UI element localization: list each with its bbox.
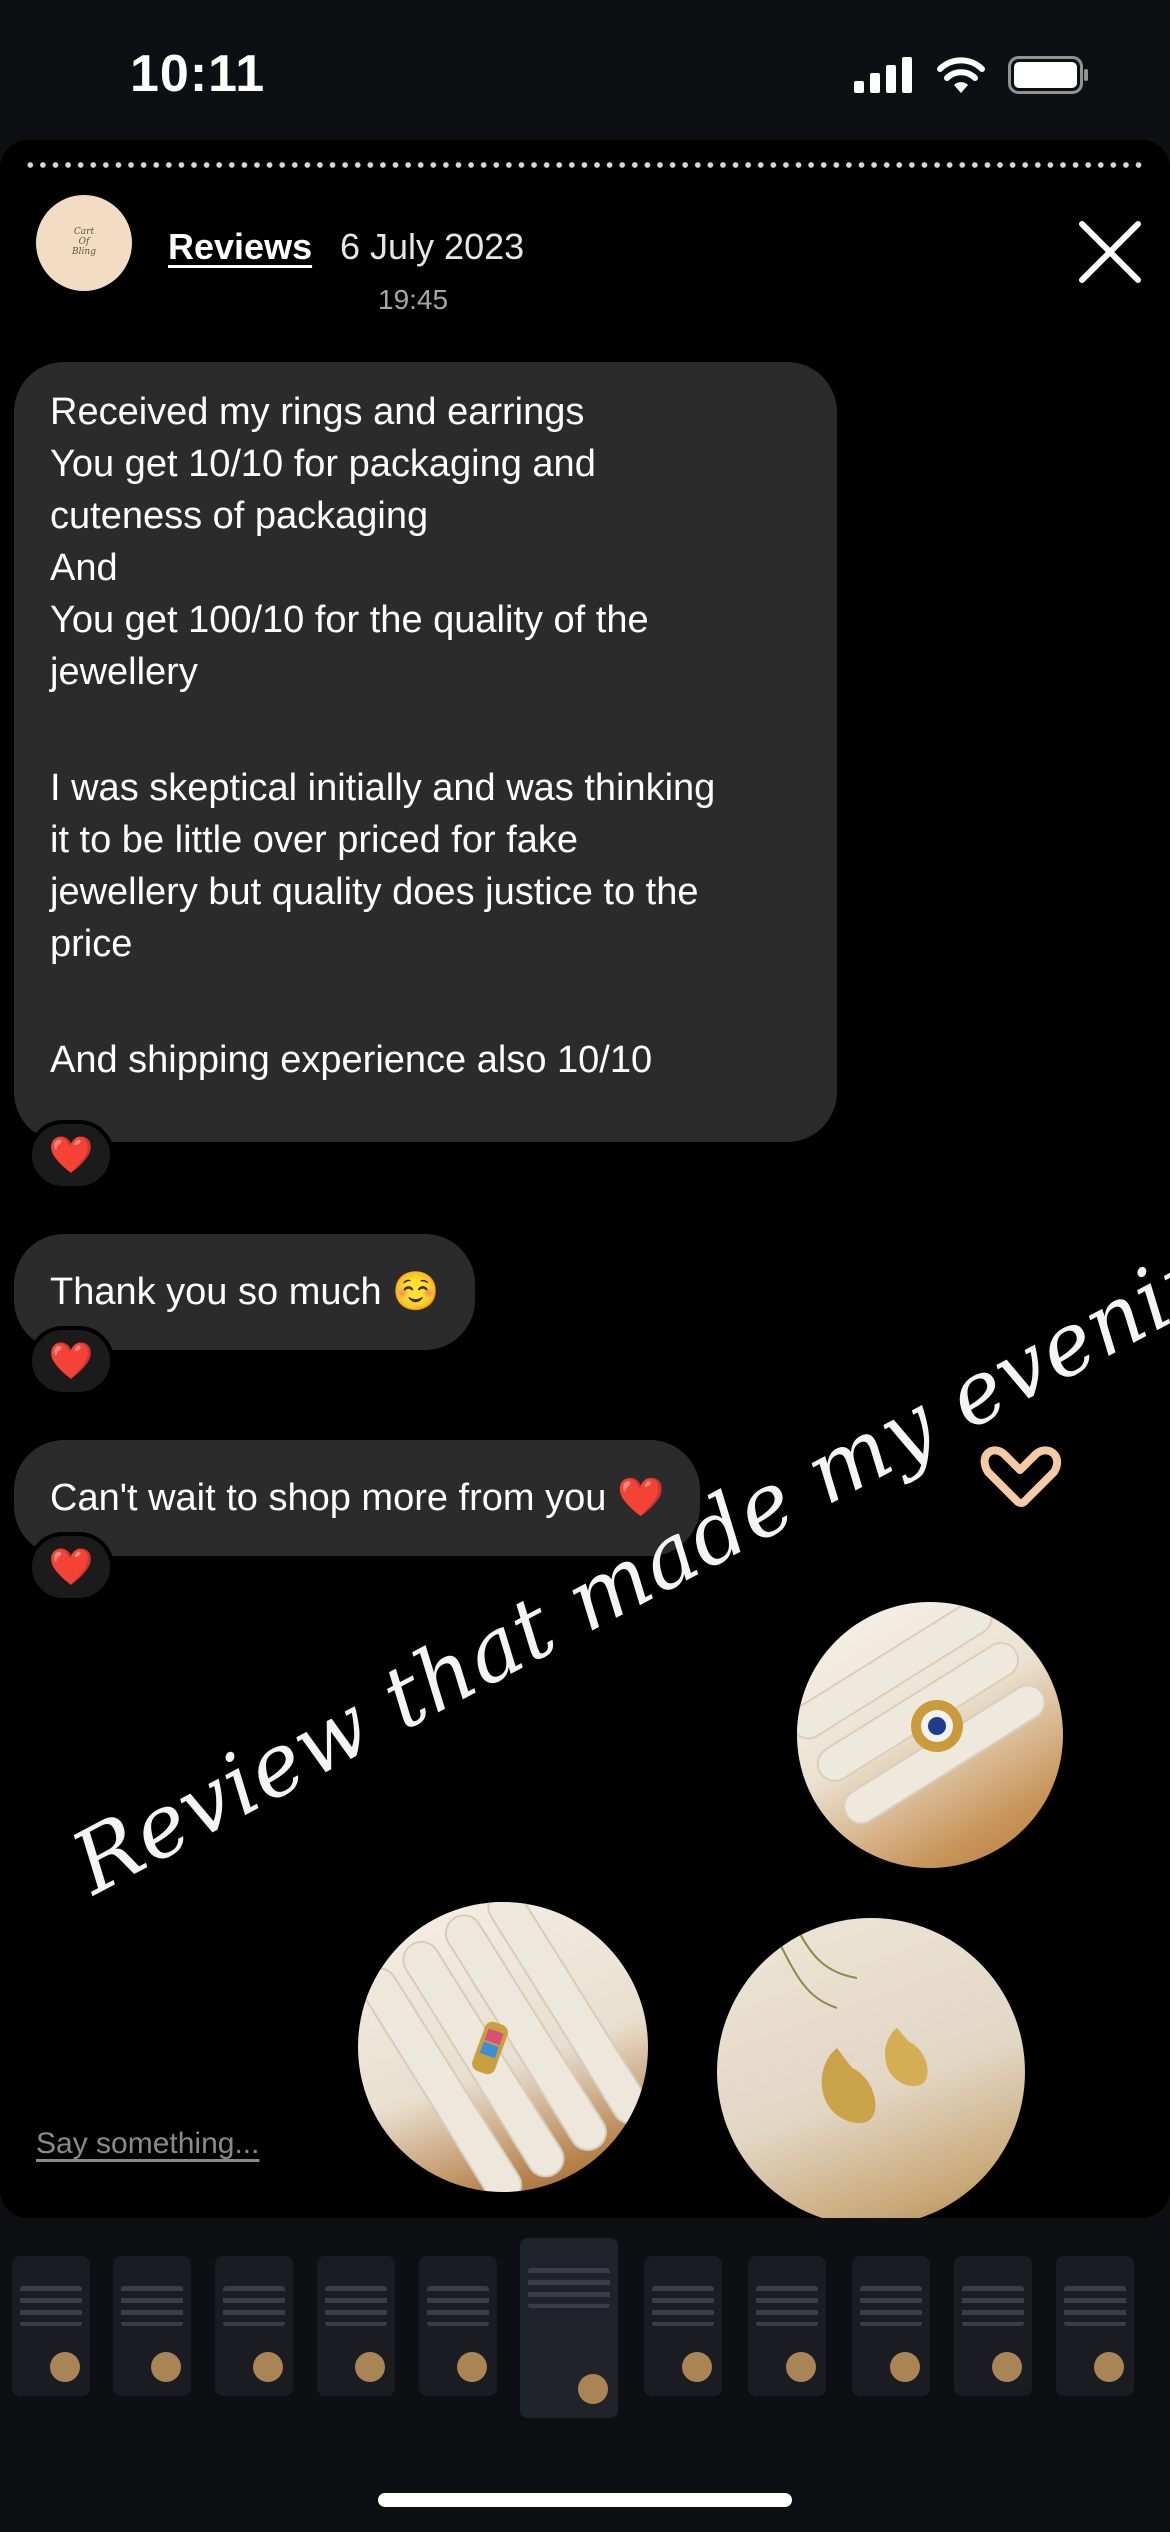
status-bar: 10:11: [0, 0, 1170, 140]
story-thumbnail[interactable]: [1056, 2256, 1134, 2396]
story-date: 6 July 2023: [340, 226, 525, 267]
story-progress-bar: [24, 162, 1146, 168]
story-viewer[interactable]: Cart Of Bling Reviews 6 July 2023 19:45 …: [0, 140, 1170, 2218]
story-thumbnail[interactable]: [852, 2256, 930, 2396]
avatar-logo: Cart Of Bling: [72, 227, 96, 257]
battery-icon: [1008, 56, 1088, 94]
product-photo-enamel-ring: [358, 1902, 648, 2192]
wifi-icon: [937, 57, 985, 93]
story-username-link[interactable]: Reviews: [168, 226, 312, 268]
story-thumbnail[interactable]: [317, 2256, 395, 2396]
product-photo-gold-earrings: [717, 1918, 1025, 2218]
status-icons: [854, 56, 1090, 94]
heart-icon: ❤️: [48, 1134, 94, 1175]
status-time: 10:11: [130, 45, 266, 103]
home-indicator[interactable]: [378, 2493, 792, 2507]
heart-reaction: ❤️: [28, 1532, 114, 1602]
story-thumbnail-active[interactable]: [520, 2238, 618, 2418]
story-thumbnail[interactable]: [644, 2256, 722, 2396]
story-thumbnail[interactable]: [113, 2256, 191, 2396]
heart-reaction: ❤️: [28, 1326, 114, 1396]
story-thumbnail[interactable]: [12, 2256, 90, 2396]
heart-reaction: ❤️: [28, 1120, 114, 1190]
heart-icon: ❤️: [48, 1340, 94, 1381]
story-thumbnail[interactable]: [419, 2256, 497, 2396]
heart-hands-icon: [980, 1446, 1062, 1507]
close-icon[interactable]: [1072, 214, 1148, 290]
reply-input[interactable]: Say something...: [36, 2127, 259, 2161]
story-timestamp: 19:45: [378, 284, 449, 315]
story-thumbnail[interactable]: [748, 2256, 826, 2396]
heart-icon: ❤️: [48, 1546, 94, 1587]
story-thumbnail[interactable]: [954, 2256, 1032, 2396]
message-bubble-review: Received my rings and earrings You get 1…: [14, 362, 837, 1142]
avatar[interactable]: Cart Of Bling: [36, 195, 132, 291]
product-photo-evil-eye-ring: [797, 1602, 1063, 1868]
signal-icon: [854, 57, 912, 93]
story-thumbnail[interactable]: [215, 2256, 293, 2396]
story-thumbnails[interactable]: [0, 2232, 1170, 2418]
